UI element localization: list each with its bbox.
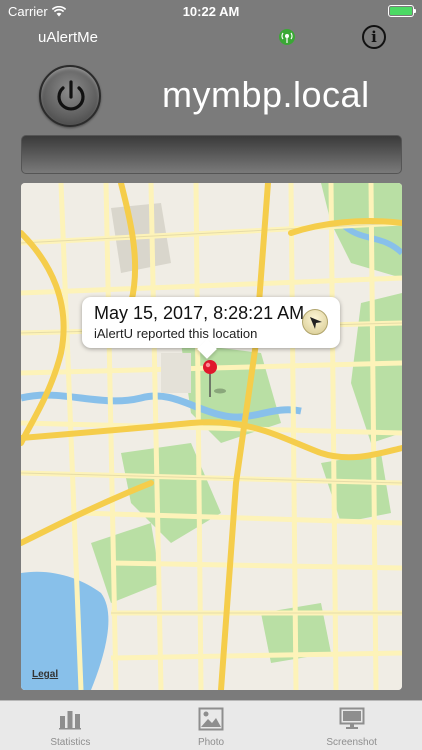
signal-broadcast-icon[interactable] [278, 28, 296, 46]
bar-chart-icon [59, 711, 82, 730]
map-pin-icon[interactable] [202, 359, 226, 399]
tab-bar: Statistics Photo Screenshot [0, 700, 422, 750]
power-button[interactable] [39, 65, 101, 127]
status-panel [21, 135, 402, 174]
callout-subtitle: iAlertU reported this location [94, 326, 258, 341]
tab-screenshot[interactable]: Screenshot [281, 701, 422, 750]
tab-photo[interactable]: Photo [141, 701, 282, 750]
app-header: uAlertMe i [0, 22, 422, 52]
directions-button[interactable] [302, 309, 328, 335]
wifi-icon [51, 5, 66, 16]
location-arrow-icon [310, 317, 322, 329]
tab-statistics-label: Statistics [50, 737, 91, 748]
photo-icon [198, 707, 224, 731]
location-callout[interactable]: May 15, 2017, 8:28:21 AM iAlertU reporte… [82, 297, 340, 348]
status-bar: Carrier 10:22 AM [0, 0, 422, 22]
power-icon [57, 80, 85, 111]
map-canvas[interactable] [21, 183, 402, 690]
monitor-icon [339, 707, 365, 729]
callout-title: May 15, 2017, 8:28:21 AM [94, 303, 305, 323]
battery-level [390, 7, 412, 15]
app-title: uAlertMe [38, 28, 99, 46]
info-icon[interactable]: i [362, 25, 386, 49]
carrier-label: Carrier [8, 3, 48, 19]
tab-screenshot-label: Screenshot [326, 737, 377, 748]
host-name: mymbp.local [162, 74, 370, 115]
tab-photo-label: Photo [197, 737, 225, 748]
battery-icon [388, 5, 416, 17]
legal-link[interactable]: Legal [32, 669, 58, 680]
tab-statistics[interactable]: Statistics [0, 701, 141, 750]
status-left: Carrier [8, 4, 66, 19]
map-view[interactable]: May 15, 2017, 8:28:21 AM iAlertU reporte… [21, 183, 402, 690]
info-glyph: i [371, 28, 377, 46]
